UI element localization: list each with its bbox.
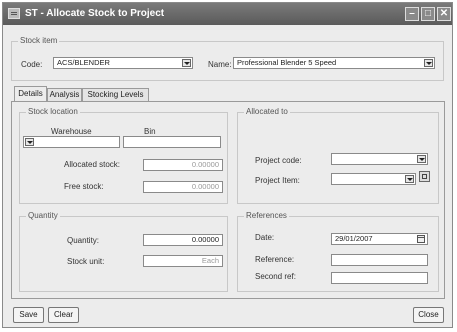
- save-button[interactable]: Save: [13, 307, 44, 323]
- warehouse-dropdown-icon[interactable]: [25, 138, 34, 146]
- quantity-group: Quantity Quantity: 0.00000 Stock unit: E…: [19, 211, 228, 292]
- project-item-dropdown-icon[interactable]: [405, 175, 414, 183]
- stock-item-group: Stock item Code: ACS/BLENDER Name: Profe…: [11, 36, 444, 81]
- minimize-icon[interactable]: –: [405, 7, 419, 21]
- allocated-to-group: Allocated to Project code: Project Item:: [237, 107, 439, 204]
- bin-field[interactable]: [123, 136, 221, 148]
- project-code-dropdown-icon[interactable]: [417, 155, 426, 163]
- date-label: Date:: [255, 233, 275, 242]
- references-group-label: References: [244, 211, 289, 220]
- quantity-group-label: Quantity: [26, 211, 60, 220]
- details-tab-panel: Stock location Warehouse Bin Allocated s…: [11, 101, 445, 299]
- project-code-label: Project code:: [255, 156, 302, 165]
- name-label: Name:: [208, 60, 232, 69]
- tab-details[interactable]: Details: [14, 86, 47, 101]
- allocated-to-group-label: Allocated to: [244, 107, 290, 116]
- allocated-stock-label: Allocated stock:: [64, 160, 121, 169]
- date-value: 29/01/2007: [335, 234, 373, 243]
- second-ref-label: Second ref:: [255, 272, 296, 281]
- stock-location-group-label: Stock location: [26, 107, 80, 116]
- maximize-icon[interactable]: □: [421, 7, 435, 21]
- free-stock-label: Free stock:: [64, 182, 104, 191]
- references-group: References Date: 29/01/2007 Reference: S…: [237, 211, 439, 292]
- close-icon[interactable]: ✕: [437, 7, 451, 21]
- project-item-field[interactable]: [331, 173, 416, 185]
- close-button[interactable]: Close: [413, 307, 444, 323]
- project-item-lookup-icon[interactable]: [419, 171, 430, 182]
- free-stock-field: 0.00000: [143, 181, 223, 193]
- name-field[interactable]: Professional Blender 5 Speed: [233, 57, 435, 69]
- stock-location-group: Stock location Warehouse Bin Allocated s…: [19, 107, 228, 204]
- code-label: Code:: [21, 60, 43, 69]
- window-title: ST - Allocate Stock to Project: [25, 8, 165, 19]
- bin-header: Bin: [144, 127, 156, 136]
- code-dropdown-icon[interactable]: [182, 59, 191, 67]
- quantity-label: Quantity:: [67, 236, 100, 245]
- title-bar: ST - Allocate Stock to Project – □ ✕: [3, 3, 452, 25]
- stock-unit-label: Stock unit:: [67, 257, 105, 266]
- tab-stocking-levels[interactable]: Stocking Levels: [82, 88, 149, 101]
- project-code-field[interactable]: [331, 153, 428, 165]
- warehouse-header: Warehouse: [51, 127, 92, 136]
- project-item-label: Project Item:: [255, 176, 300, 185]
- allocated-stock-field: 0.00000: [143, 159, 223, 171]
- name-value: Professional Blender 5 Speed: [237, 58, 337, 67]
- code-value: ACS/BLENDER: [57, 58, 110, 67]
- reference-label: Reference:: [255, 255, 295, 264]
- second-ref-field[interactable]: [331, 272, 428, 284]
- tab-analysis[interactable]: Analysis: [47, 88, 82, 101]
- reference-field[interactable]: [331, 254, 428, 266]
- warehouse-field[interactable]: [23, 136, 120, 148]
- stock-item-group-label: Stock item: [18, 36, 60, 45]
- quantity-field[interactable]: 0.00000: [143, 234, 223, 246]
- allocate-stock-window: ST - Allocate Stock to Project – □ ✕ Sto…: [2, 2, 453, 328]
- code-field[interactable]: ACS/BLENDER: [53, 57, 193, 69]
- name-dropdown-icon[interactable]: [424, 59, 433, 67]
- app-icon: [8, 8, 20, 19]
- clear-button[interactable]: Clear: [48, 307, 79, 323]
- calendar-icon[interactable]: [417, 235, 425, 243]
- date-field[interactable]: 29/01/2007: [331, 233, 428, 245]
- stock-unit-field: Each: [143, 255, 223, 267]
